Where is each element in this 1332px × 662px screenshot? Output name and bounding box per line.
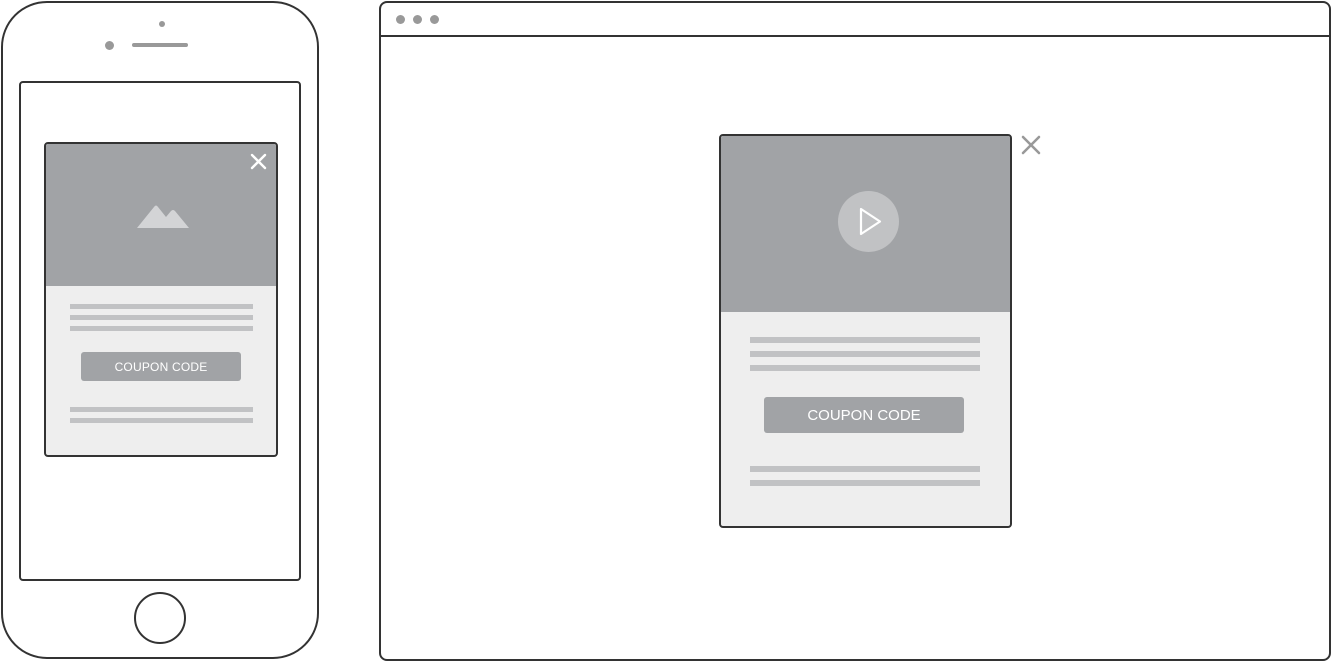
mobile-popup-image [46, 144, 276, 286]
text-placeholder-line [750, 480, 980, 486]
phone-home-button[interactable] [134, 592, 186, 644]
mountain-image-icon [137, 205, 189, 228]
browser-window: COUPON CODE [379, 1, 1331, 661]
mobile-popup: COUPON CODE [44, 142, 278, 457]
text-placeholder-line [70, 304, 253, 309]
text-placeholder-line [750, 466, 980, 472]
text-placeholder-line [70, 326, 253, 331]
browser-titlebar [381, 3, 1329, 37]
window-dot-icon[interactable] [413, 15, 422, 24]
text-placeholder-line [750, 365, 980, 371]
mockup-stage: COUPON CODE COUPON CODE [0, 0, 1332, 662]
phone-device: COUPON CODE [1, 1, 319, 659]
coupon-code-label: COUPON CODE [114, 359, 208, 374]
phone-sensor [105, 41, 114, 50]
text-placeholder-line [70, 315, 253, 320]
phone-screen: COUPON CODE [19, 81, 301, 581]
text-placeholder-line [750, 351, 980, 357]
coupon-code-label: COUPON CODE [807, 406, 921, 424]
desktop-popup: COUPON CODE [719, 134, 1012, 528]
phone-camera [159, 21, 165, 27]
play-icon [859, 207, 882, 236]
coupon-code-button[interactable]: COUPON CODE [764, 397, 964, 433]
desktop-popup-video [721, 136, 1010, 312]
text-placeholder-line [70, 418, 253, 423]
coupon-code-button[interactable]: COUPON CODE [81, 352, 241, 381]
phone-speaker [132, 43, 188, 47]
text-placeholder-line [70, 407, 253, 412]
play-button[interactable] [838, 191, 899, 252]
window-dot-icon[interactable] [396, 15, 405, 24]
close-icon[interactable] [248, 151, 268, 171]
window-dot-icon[interactable] [430, 15, 439, 24]
close-icon[interactable] [1019, 133, 1043, 157]
text-placeholder-line [750, 337, 980, 343]
